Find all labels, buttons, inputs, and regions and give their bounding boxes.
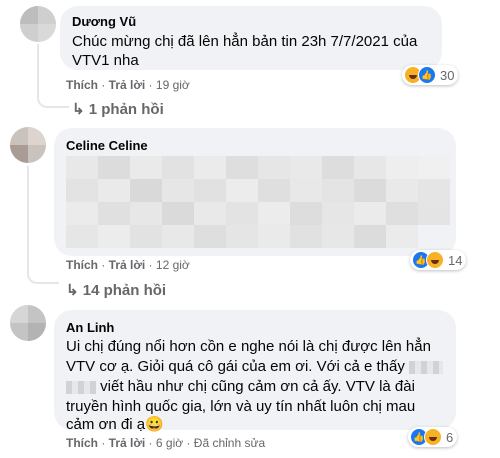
comment-time[interactable]: 12 giờ xyxy=(156,258,190,272)
like-icon: 👍 xyxy=(418,66,436,84)
comment-bubble: Dương Vũ Chúc mừng chị đã lên hẳn bản ti… xyxy=(60,6,442,70)
replies-count: 1 phản hồi xyxy=(88,101,164,118)
reaction-summary[interactable]: 👍 6 xyxy=(408,427,458,447)
reaction-count: 30 xyxy=(440,67,455,83)
avatar[interactable] xyxy=(10,127,46,163)
thread-elbow xyxy=(37,90,69,108)
comment-time[interactable]: 6 giờ xyxy=(156,436,183,450)
blurred-comment-text xyxy=(66,156,450,248)
reply-arrow-icon: ↳ xyxy=(66,282,79,299)
like-action[interactable]: Thích xyxy=(66,258,98,272)
comment-bubble: Celine Celine xyxy=(54,128,456,256)
comment-author[interactable]: Celine Celine xyxy=(66,138,148,153)
reaction-count: 14 xyxy=(448,252,463,268)
reply-arrow-icon: ↳ xyxy=(72,101,85,118)
blurred-text xyxy=(409,360,443,374)
thread-elbow xyxy=(27,266,59,284)
like-action[interactable]: Thích xyxy=(66,436,98,450)
comment-text-line: VTV1 nha xyxy=(72,52,139,69)
comment-actions: Thích · Trả lời · 12 giờ xyxy=(66,258,190,272)
comment-text-line: Chúc mừng chị đã lên hẳn bản tin 23h 7/7… xyxy=(72,33,418,50)
comment-actions: Thích · Trả lời · 6 giờ · Đã chỉnh sửa xyxy=(66,436,266,450)
comment-author[interactable]: Dương Vũ xyxy=(72,14,136,29)
haha-icon xyxy=(426,251,444,269)
comment-text-line: VTV cơ ạ. Giỏi quá cô gái của em ơi. Với… xyxy=(66,356,443,377)
thread-line xyxy=(37,44,39,94)
haha-icon xyxy=(424,428,442,446)
thread-line xyxy=(27,166,29,270)
replies-count: 14 phản hồi xyxy=(82,282,167,299)
blurred-text xyxy=(66,380,96,394)
comment-text-line: Ui chị đúng nổi hơn cồn e nghe nói là ch… xyxy=(66,338,431,355)
comment-actions: Thích · Trả lời · 19 giờ xyxy=(66,78,190,92)
reaction-summary[interactable]: 👍 14 xyxy=(410,250,467,270)
comment-time[interactable]: 19 giờ xyxy=(156,78,190,92)
comment-bubble: An Linh Ui chị đúng nổi hơn cồn e nghe n… xyxy=(54,310,456,433)
reaction-count: 6 xyxy=(446,429,454,445)
reply-action[interactable]: Trả lời xyxy=(109,258,146,272)
avatar[interactable] xyxy=(10,305,46,341)
avatar[interactable] xyxy=(20,6,56,42)
view-replies-link[interactable]: ↳ 14 phản hồi xyxy=(66,281,166,299)
comment-text-line: viết hầu như chị cũng cảm ơn cả ấy. VTV … xyxy=(66,376,415,397)
edited-label[interactable]: Đã chỉnh sửa xyxy=(194,436,265,450)
reaction-summary[interactable]: 👍 30 xyxy=(402,65,459,85)
reply-action[interactable]: Trả lời xyxy=(109,78,146,92)
like-action[interactable]: Thích xyxy=(66,78,98,92)
reply-action[interactable]: Trả lời xyxy=(109,436,146,450)
comment-author[interactable]: An Linh xyxy=(66,320,114,335)
view-replies-link[interactable]: ↳ 1 phản hồi xyxy=(72,100,164,118)
comment-text-line: cảm ơn đi ạ😀 xyxy=(66,416,164,433)
